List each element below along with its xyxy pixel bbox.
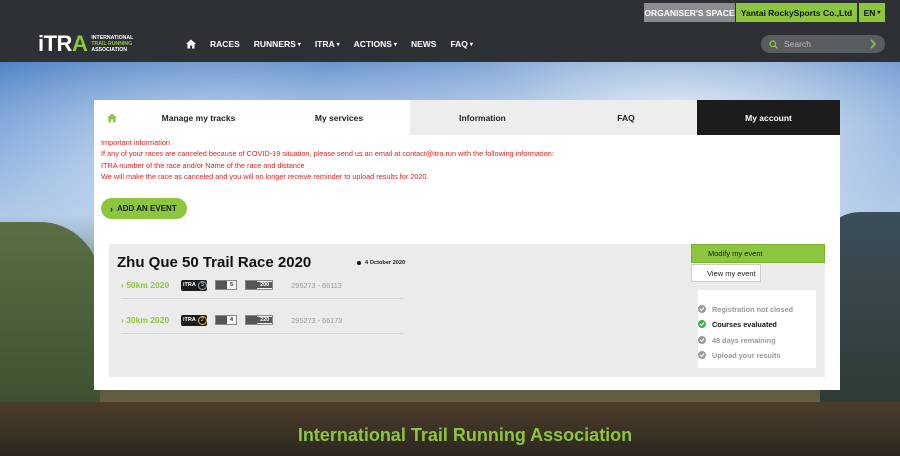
hero-hill-left <box>0 222 100 402</box>
mountain-level-badge: 5 <box>215 280 238 290</box>
account-name: Yantai RockySports Co.,Ltd <box>740 7 853 18</box>
logo-text: INTERNATIONAL TRAIL RUNNING ASSOCIATION <box>91 35 133 53</box>
itra-points-value: 3 <box>197 280 207 290</box>
tab-faq[interactable]: FAQ <box>555 100 697 135</box>
footer-title: International Trail Running Association <box>297 425 633 445</box>
logo-line3: ASSOCIATION <box>91 47 127 53</box>
tab-my-services[interactable]: My services <box>268 100 410 135</box>
event-date-text: 4 October 2020 <box>365 260 406 266</box>
course-id: 295273 - 66113 <box>291 280 342 290</box>
itra-points-badge: iTRA 3 <box>181 279 207 291</box>
itra-badge-label: iTRA <box>183 282 196 288</box>
distance-value: 220 <box>257 317 273 323</box>
course-id: 295273 - 66173 <box>291 315 343 325</box>
nav-news-label: NEWS <box>410 39 437 49</box>
check-icon <box>698 351 706 359</box>
tab-my-account[interactable]: My account <box>697 100 840 135</box>
nav-menu: RACES RUNNERS ▾ ITRA ▾ ACTIONS ▾ NEWS FAQ ▾ <box>186 26 487 62</box>
nav-itra[interactable]: ITRA ▾ <box>315 39 340 49</box>
search-box <box>761 35 885 53</box>
distance-value: 200 <box>257 282 273 288</box>
status-courses-evaluated: Courses evaluated <box>698 318 777 330</box>
nav-faq[interactable]: FAQ ▾ <box>450 39 473 49</box>
status-label: 48 days remaining <box>712 335 776 345</box>
mountain-icon <box>216 281 227 289</box>
add-event-button[interactable]: › ADD AN EVENT <box>101 198 187 219</box>
language-dropdown[interactable]: EN ▾ <box>859 3 885 22</box>
account-dropdown[interactable]: Yantai RockySports Co.,Ltd <box>736 3 857 22</box>
course-name[interactable]: › 50km 2020 <box>121 280 177 290</box>
nav-news[interactable]: NEWS <box>411 39 437 49</box>
divider <box>121 298 403 299</box>
mountain-level-badge: 4 <box>215 315 238 325</box>
add-event-label: ADD AN EVENT <box>117 204 177 213</box>
course-name-text: 50km 2020 <box>126 280 170 290</box>
course-name-text: 30km 2020 <box>126 315 170 325</box>
notice-line: ITRA number of the race and/or Name of t… <box>101 160 305 170</box>
home-icon <box>106 113 117 122</box>
nav-actions[interactable]: ACTIONS ▾ <box>354 39 397 49</box>
language-label: EN <box>863 7 876 18</box>
tab-home[interactable] <box>94 100 129 135</box>
nav-faq-label: FAQ <box>450 39 468 49</box>
itra-logo[interactable]: iTRA INTERNATIONAL TRAIL RUNNING ASSOCIA… <box>38 29 133 59</box>
nav-races-label: RACES <box>210 39 240 49</box>
notice-line: We will make the race as canceled and yo… <box>101 172 429 182</box>
status-label: Upload your results <box>712 350 781 360</box>
distance-badge: 200 <box>245 280 274 290</box>
mountain-level-value: 5 <box>230 282 234 288</box>
distance-icon <box>246 281 258 289</box>
nav-runners-label: RUNNERS <box>253 39 296 49</box>
itra-badge-label: iTRA <box>183 317 196 323</box>
course-row[interactable]: › 50km 2020 iTRA 3 5 200 295273 - 66113 <box>121 277 342 293</box>
status-label: Registration not closed <box>712 304 794 314</box>
check-icon <box>698 320 706 328</box>
event-status-box: Registration not closed Courses evaluate… <box>698 290 816 368</box>
check-icon <box>698 336 706 344</box>
utility-bar: ORGANISER'S SPACE Yantai RockySports Co.… <box>0 0 900 26</box>
divider <box>121 333 403 334</box>
caret-down-icon: ▾ <box>393 41 397 48</box>
status-label: Courses evaluated <box>712 319 777 329</box>
status-registration: Registration not closed <box>698 303 793 315</box>
nav-itra-label: ITRA <box>314 39 335 49</box>
itra-points-value: 2 <box>197 315 207 325</box>
caret-down-icon: ▾ <box>336 41 340 48</box>
caret-down-icon: ▾ <box>297 41 301 48</box>
search-input[interactable] <box>784 39 876 49</box>
arrow-right-icon[interactable] <box>867 38 879 50</box>
main-navbar: iTRA INTERNATIONAL TRAIL RUNNING ASSOCIA… <box>0 26 900 62</box>
nav-actions-label: ACTIONS <box>353 39 392 49</box>
covid-notice: Important information If any of your rac… <box>101 137 554 183</box>
itra-points-badge: iTRA 2 <box>181 314 207 326</box>
bullet-icon <box>357 261 361 265</box>
tab-information[interactable]: Information <box>410 100 555 135</box>
organisers-space-button[interactable]: ORGANISER'S SPACE <box>644 3 735 22</box>
tabs: Manage my tracks My services Information… <box>94 100 840 135</box>
nav-races[interactable]: RACES <box>210 39 240 49</box>
logo-mark: iTRA <box>38 31 88 56</box>
status-days-remaining: 48 days remaining <box>698 334 776 346</box>
search-icon <box>769 39 778 49</box>
notice-line: If any of your races are canceled becaus… <box>101 149 554 159</box>
caret-down-icon: ▾ <box>469 41 473 48</box>
home-icon[interactable] <box>186 39 196 49</box>
mountain-level-value: 4 <box>230 317 234 323</box>
check-icon <box>698 305 706 313</box>
chevron-right-icon: › <box>110 203 113 214</box>
mountain-icon <box>216 316 227 324</box>
nav-runners[interactable]: RUNNERS ▾ <box>254 39 301 49</box>
tab-manage-tracks[interactable]: Manage my tracks <box>129 100 268 135</box>
event-date: 4 October 2020 <box>357 260 405 266</box>
modify-event-button[interactable]: Modify my event <box>691 244 825 263</box>
notice-line: Important information <box>101 138 170 147</box>
view-event-button[interactable]: View my event <box>691 264 761 282</box>
caret-down-icon: ▾ <box>877 10 881 16</box>
distance-badge: 220 <box>245 315 274 325</box>
status-upload-results[interactable]: Upload your results <box>698 349 781 361</box>
course-name[interactable]: › 30km 2020 <box>121 315 177 325</box>
distance-icon <box>246 316 258 324</box>
event-title[interactable]: Zhu Que 50 Trail Race 2020 <box>117 254 311 271</box>
course-row[interactable]: › 30km 2020 iTRA 2 4 220 295273 - 66173 <box>121 312 342 328</box>
